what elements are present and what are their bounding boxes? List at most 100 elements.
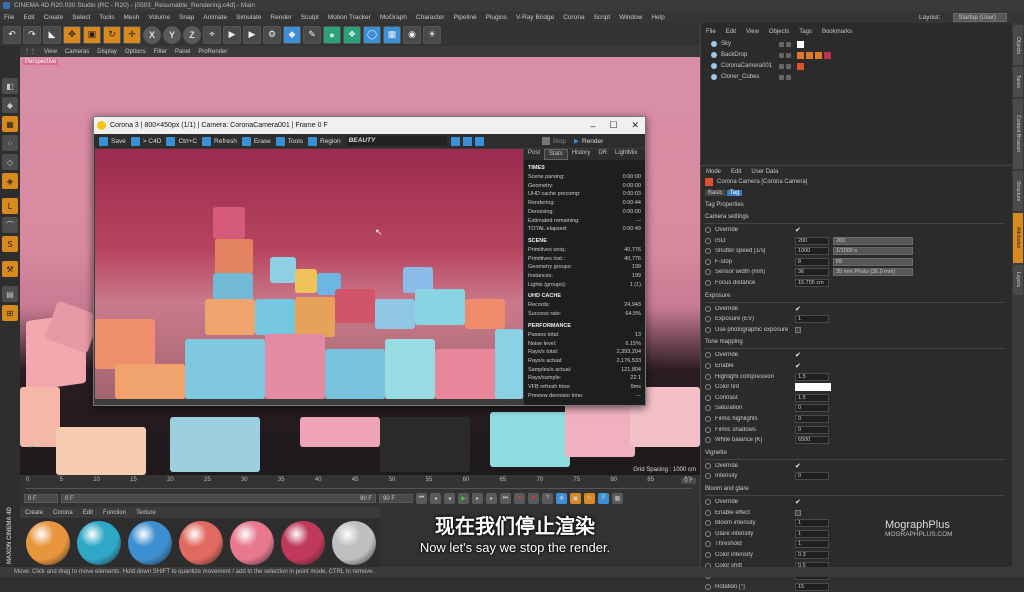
mat-menu-texture[interactable]: Texture — [136, 510, 156, 516]
floor-icon[interactable]: ▦ — [383, 25, 401, 44]
mat-menu-function[interactable]: Function — [103, 510, 126, 516]
keyframe-selection-icon[interactable]: ? — [542, 492, 553, 504]
animate-radio[interactable] — [705, 462, 711, 469]
end-frame-field[interactable]: 0 F — [681, 478, 696, 484]
attribute-preset-select[interactable]: 200 — [833, 236, 913, 245]
attribute-value-field[interactable]: 1 — [795, 540, 829, 549]
attribute-value-field[interactable]: 15 — [795, 582, 829, 591]
material-swatch[interactable] — [128, 521, 172, 565]
menu-vray-bridge[interactable]: V-Ray Bridge — [516, 14, 554, 21]
attribute-value-field[interactable]: 0 — [795, 472, 829, 481]
material-swatch[interactable] — [179, 521, 223, 565]
autokey-icon[interactable]: ● — [528, 492, 539, 504]
animate-radio[interactable] — [705, 248, 711, 255]
object-tag-icon[interactable] — [797, 51, 804, 59]
visibility-dot[interactable] — [786, 41, 791, 47]
animate-radio[interactable] — [705, 530, 711, 537]
attribute-checkbox[interactable]: ✔ — [795, 462, 801, 470]
attr-menu-userdata[interactable]: User Data — [751, 169, 778, 175]
play-icon[interactable]: ▶ — [458, 492, 469, 504]
attribute-value-field[interactable]: 0 — [795, 404, 829, 413]
mat-menu-corona[interactable]: Corona — [53, 510, 73, 516]
attribute-value-field[interactable]: 1 — [795, 529, 829, 538]
deformer-icon[interactable]: ◯ — [363, 25, 381, 44]
max-frame-field[interactable]: 90 F — [379, 493, 413, 503]
menu-mograph[interactable]: MoGraph — [380, 14, 407, 21]
camera-icon[interactable]: ◉ — [403, 25, 421, 44]
tab-stats[interactable]: Stats — [544, 149, 568, 160]
attr-menu-edit[interactable]: Edit — [731, 169, 741, 175]
prev-frame-icon[interactable]: ◂ — [444, 492, 455, 504]
menu-select[interactable]: Select — [72, 14, 90, 21]
om-menu-view[interactable]: View — [746, 29, 759, 35]
refresh-button[interactable]: Refresh — [202, 136, 237, 146]
coordinate-system-icon[interactable]: ⌖ — [203, 25, 221, 44]
render-settings-icon[interactable]: ⚙ — [263, 25, 281, 44]
menu-help[interactable]: Help — [651, 14, 664, 21]
animate-radio[interactable] — [705, 384, 711, 391]
side-tab-structure[interactable]: Structure — [1013, 171, 1023, 211]
object-row[interactable]: CoronaCamera001 — [701, 61, 1013, 71]
animate-radio[interactable] — [705, 305, 711, 312]
zoom-fit-icon[interactable] — [474, 136, 484, 146]
attribute-checkbox[interactable]: ✔ — [795, 362, 801, 370]
animate-radio[interactable] — [705, 405, 711, 412]
attribute-value-field[interactable]: 8 — [795, 257, 829, 266]
tab-tag[interactable]: Tag — [726, 190, 743, 196]
minimize-icon[interactable]: – — [590, 121, 595, 131]
render-picture-viewer-icon[interactable]: ▶ — [243, 25, 261, 44]
scale-icon[interactable]: ▣ — [83, 25, 101, 44]
attribute-value-field[interactable]: 0 — [795, 425, 829, 434]
visibility-dot[interactable] — [779, 52, 784, 58]
rotate-icon[interactable]: ↻ — [103, 25, 121, 44]
menu-plugins[interactable]: Plugins — [486, 14, 507, 21]
start-frame-field[interactable]: 0 F — [24, 493, 58, 503]
attribute-checkbox[interactable] — [795, 326, 801, 333]
attribute-value-field[interactable]: 0 — [795, 415, 829, 423]
side-tab-layers[interactable]: Layers — [1013, 265, 1023, 295]
attribute-value-field[interactable]: 6500 — [795, 436, 829, 445]
attr-menu-mode[interactable]: Mode — [706, 169, 721, 175]
animate-radio[interactable] — [705, 280, 711, 286]
cube-icon[interactable]: ◆ — [283, 25, 301, 44]
menu-edit[interactable]: Edit — [23, 14, 34, 21]
viewport-menu-panel[interactable]: Panel — [175, 49, 190, 55]
goto-end-icon[interactable]: ⏭ — [500, 492, 511, 504]
render-icon[interactable]: ▶ — [574, 137, 579, 145]
animate-radio[interactable] — [705, 416, 711, 422]
side-tab-attributes[interactable]: Attributes — [1013, 213, 1023, 263]
pla-key-icon[interactable]: ▦ — [612, 492, 623, 504]
attribute-checkbox[interactable] — [795, 509, 801, 516]
color-tint-swatch[interactable] — [795, 383, 831, 392]
light-icon[interactable]: ☀ — [423, 25, 441, 44]
x-axis-icon[interactable]: X — [143, 25, 161, 44]
render-view-icon[interactable]: ▶ — [223, 25, 241, 44]
menu-corona[interactable]: Corona — [563, 14, 584, 21]
material-swatch[interactable] — [26, 521, 70, 565]
y-axis-icon[interactable]: Y — [163, 25, 181, 44]
animate-radio[interactable] — [705, 363, 711, 369]
range-slider[interactable]: 0 F 90 F — [61, 493, 376, 503]
menu-tools[interactable]: Tools — [99, 14, 114, 21]
menu-animate[interactable]: Animate — [203, 14, 227, 21]
animate-radio[interactable] — [705, 227, 711, 233]
animate-radio[interactable] — [705, 473, 711, 480]
goto-start-icon[interactable]: ⏮ — [416, 492, 427, 504]
texture-mode-icon[interactable]: ▦ — [2, 116, 18, 132]
visibility-dot[interactable] — [779, 74, 784, 80]
mat-menu-create[interactable]: Create — [25, 510, 43, 516]
pen-icon[interactable]: ✎ — [303, 25, 321, 44]
scale-key-icon[interactable]: ▣ — [570, 492, 581, 504]
object-row[interactable]: BackDrop — [701, 50, 1013, 60]
make-editable-icon[interactable]: ◧ — [2, 78, 18, 94]
tab-post[interactable]: Post — [524, 149, 544, 160]
attribute-preset-select[interactable]: 35 mm Photo (36.0 mm) — [833, 268, 913, 277]
viewport-menu-display[interactable]: Display — [97, 49, 117, 55]
attribute-preset-select[interactable]: 1/1000 s — [833, 247, 913, 256]
points-mode-icon[interactable]: ⁘ — [2, 135, 18, 151]
tab-lightmix[interactable]: LightMix — [611, 149, 641, 160]
attribute-value-field[interactable]: 0.3 — [795, 551, 829, 559]
menu-character[interactable]: Character — [416, 14, 445, 21]
param-key-icon[interactable]: P — [598, 492, 609, 504]
material-swatch[interactable] — [230, 521, 274, 565]
